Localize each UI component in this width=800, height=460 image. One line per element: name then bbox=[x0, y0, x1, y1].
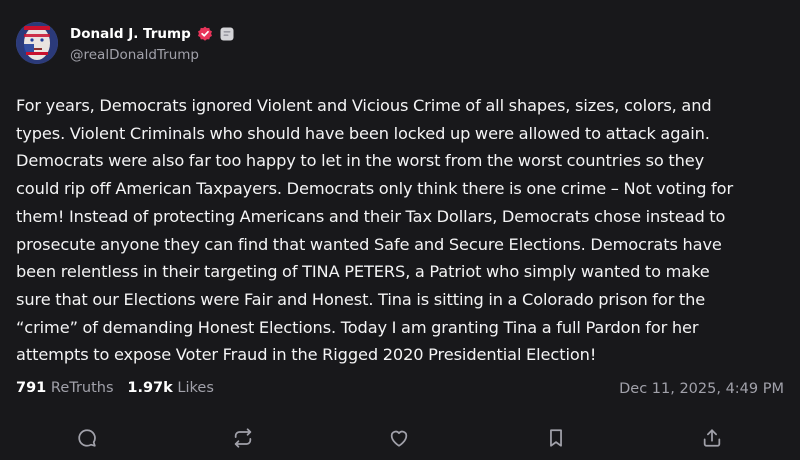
avatar-image bbox=[16, 22, 58, 64]
post-text-line: them! Instead of protecting Americans an… bbox=[16, 206, 726, 226]
likes-count: 1.97k bbox=[127, 380, 173, 396]
repost-icon bbox=[234, 428, 252, 448]
comment-icon bbox=[78, 429, 96, 447]
reply-button[interactable] bbox=[76, 427, 98, 449]
post-text-line: could rip off American Taxpayers. Democr… bbox=[16, 179, 734, 199]
likes-label: Likes bbox=[177, 380, 214, 396]
post-text-line: attempts to expose Voter Fraud in the Ri… bbox=[16, 345, 597, 365]
likes-stat[interactable]: 1.97k Likes bbox=[127, 380, 214, 396]
retruths-stat[interactable]: 791 ReTruths bbox=[16, 380, 114, 396]
author-name-row: Donald J. Trump bbox=[70, 25, 235, 43]
post-text-line: prosecute anyone they can find that want… bbox=[16, 234, 722, 254]
share-button[interactable] bbox=[701, 427, 723, 449]
label-tag-icon bbox=[220, 27, 234, 41]
post-stats: 791 ReTruths 1.97k Likes bbox=[16, 380, 214, 396]
post-text-line: been relentless in their targeting of TI… bbox=[16, 262, 710, 282]
retruths-count: 791 bbox=[16, 380, 47, 396]
post-text-line: “crime” of demanding Honest Elections. T… bbox=[16, 317, 699, 337]
post-text-line: sure that our Elections were Fair and Ho… bbox=[16, 289, 706, 309]
avatar[interactable] bbox=[16, 22, 58, 64]
author-display-name[interactable]: Donald J. Trump bbox=[70, 26, 191, 42]
verified-badge-icon bbox=[197, 26, 212, 41]
bookmark-icon bbox=[550, 429, 562, 447]
post-timestamp[interactable]: Dec 11, 2025, 4:49 PM bbox=[619, 381, 784, 397]
post-text-line: Democrats were also far too happy to let… bbox=[16, 151, 705, 171]
heart-icon bbox=[390, 430, 408, 447]
retruth-button[interactable] bbox=[232, 427, 254, 449]
author-handle[interactable]: @realDonaldTrump bbox=[70, 47, 199, 63]
retruths-label: ReTruths bbox=[50, 380, 114, 396]
post-text-line: types. Violent Criminals who should have… bbox=[16, 123, 710, 143]
share-icon bbox=[703, 429, 721, 447]
post-text-line: For years, Democrats ignored Violent and… bbox=[16, 96, 712, 115]
post-text: For years, Democrats ignored Violent and… bbox=[16, 92, 791, 369]
bookmark-button[interactable] bbox=[545, 427, 567, 449]
like-button[interactable] bbox=[388, 427, 410, 449]
